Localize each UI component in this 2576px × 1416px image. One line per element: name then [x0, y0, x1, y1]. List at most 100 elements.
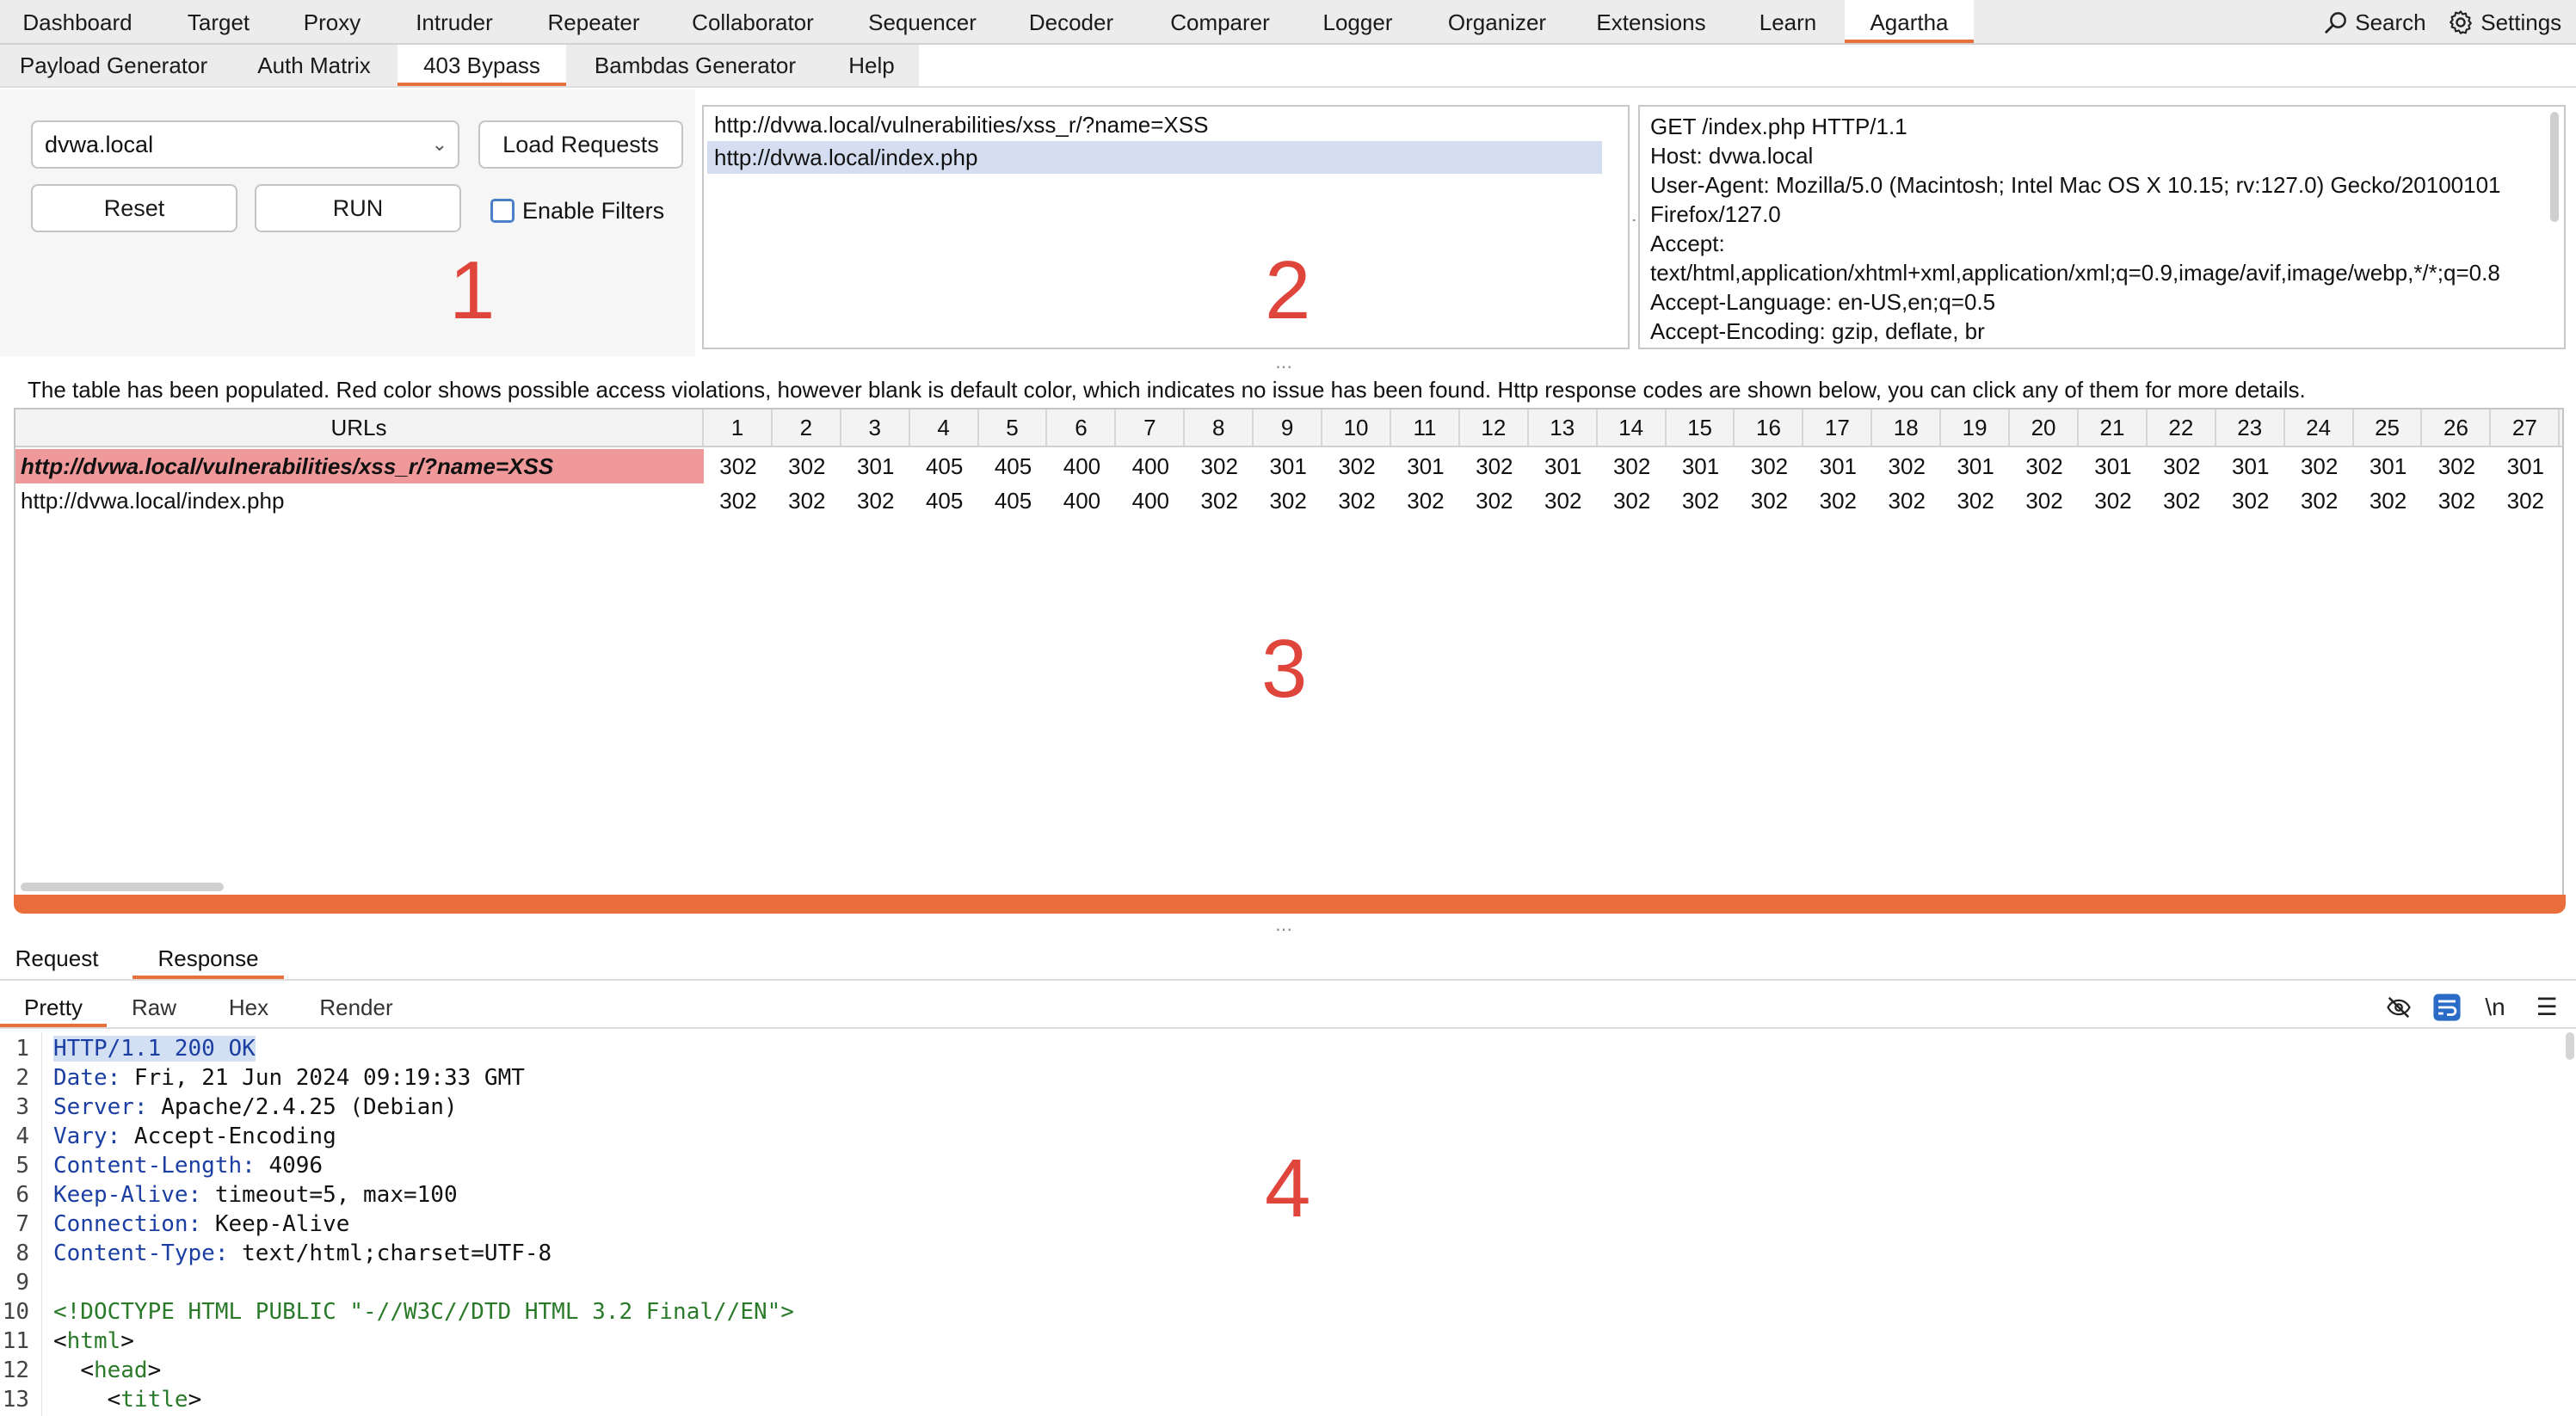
status-code-cell[interactable]: 301 — [1941, 449, 2010, 483]
request-list-item-selected[interactable]: http://dvwa.local/index.php — [707, 141, 1602, 174]
column-header[interactable]: 19 — [1941, 409, 2011, 446]
status-code-cell[interactable]: 302 — [1941, 483, 2010, 518]
status-code-cell[interactable]: 302 — [1185, 483, 1254, 518]
run-button[interactable]: RUN — [255, 184, 461, 232]
status-code-cell[interactable]: 302 — [2148, 449, 2216, 483]
column-header[interactable]: 3 — [841, 409, 910, 446]
status-code-cell[interactable]: 301 — [2079, 449, 2148, 483]
status-code-cell[interactable]: 405 — [910, 449, 979, 483]
status-code-cell[interactable]: 400 — [1048, 449, 1117, 483]
hide-eye-icon[interactable] — [2382, 989, 2416, 1025]
status-code-cell[interactable]: 302 — [1460, 449, 1529, 483]
bottom-split-handle[interactable]: ⋯ — [1275, 919, 1294, 940]
status-code-cell[interactable]: 301 — [1529, 449, 1598, 483]
tab-collaborator[interactable]: Collaborator — [680, 0, 826, 43]
status-code-cell[interactable]: 302 — [841, 483, 910, 518]
table-row-url[interactable]: http://dvwa.local/index.php — [15, 483, 704, 518]
status-code-cell[interactable]: 302 — [2216, 483, 2285, 518]
status-code-cell[interactable]: 301 — [2216, 449, 2285, 483]
status-code-cell[interactable]: 301 — [2491, 449, 2560, 483]
status-code-cell[interactable]: 302 — [1598, 449, 1667, 483]
enable-filters-checkbox[interactable] — [490, 199, 515, 223]
column-header-urls[interactable]: URLs — [15, 409, 704, 446]
tab-hex[interactable]: Hex — [212, 988, 286, 1027]
status-code-cell[interactable]: 301 — [2354, 449, 2423, 483]
status-code-cell[interactable]: 302 — [704, 483, 773, 518]
load-requests-button[interactable]: Load Requests — [478, 120, 683, 169]
status-code-cell[interactable]: 302 — [1391, 483, 1460, 518]
tab-render[interactable]: Render — [308, 988, 404, 1027]
settings-button[interactable]: Settings — [2447, 0, 2561, 45]
column-header[interactable]: 11 — [1391, 409, 1460, 446]
column-header[interactable]: 8 — [1185, 409, 1254, 446]
status-code-cell[interactable]: 400 — [1048, 483, 1117, 518]
status-code-cell[interactable]: 301 — [1667, 449, 1735, 483]
status-code-cell[interactable]: 400 — [1116, 483, 1185, 518]
status-code-cell[interactable]: 302 — [773, 483, 841, 518]
status-code-cell[interactable]: 302 — [2285, 449, 2354, 483]
tab-extensions[interactable]: Extensions — [1587, 0, 1716, 43]
status-code-cell[interactable]: 301 — [1803, 449, 1872, 483]
tab-bambdas-generator[interactable]: Bambdas Generator — [578, 45, 812, 86]
column-header[interactable]: 18 — [1872, 409, 1942, 446]
status-code-cell[interactable]: 302 — [2010, 483, 2079, 518]
status-code-cell[interactable]: 302 — [2010, 449, 2079, 483]
column-header[interactable]: 17 — [1803, 409, 1873, 446]
status-code-cell[interactable]: 302 — [1254, 483, 1322, 518]
status-code-cell[interactable]: 302 — [1735, 483, 1804, 518]
wrap-lines-icon[interactable] — [2430, 989, 2464, 1025]
status-code-cell[interactable]: 302 — [2148, 483, 2216, 518]
request-preview[interactable]: GET /index.php HTTP/1.1 Host: dvwa.local… — [1638, 105, 2566, 349]
status-code-cell[interactable]: 302 — [704, 449, 773, 483]
tab-sequencer[interactable]: Sequencer — [859, 0, 986, 43]
status-code-cell[interactable]: 302 — [2423, 449, 2492, 483]
column-header[interactable]: 13 — [1529, 409, 1598, 446]
status-code-cell[interactable]: 302 — [1460, 483, 1529, 518]
status-code-cell[interactable]: 302 — [2354, 483, 2423, 518]
column-header[interactable]: 24 — [2285, 409, 2354, 446]
tab-organizer[interactable]: Organizer — [1432, 0, 1562, 43]
menu-icon[interactable]: ☰ — [2530, 989, 2564, 1025]
status-code-cell[interactable]: 302 — [1322, 449, 1391, 483]
tab-raw[interactable]: Raw — [117, 988, 191, 1027]
status-code-cell[interactable]: 302 — [2079, 483, 2148, 518]
status-code-cell[interactable]: 302 — [1598, 483, 1667, 518]
column-header[interactable]: 6 — [1048, 409, 1117, 446]
tab-intruder[interactable]: Intruder — [394, 0, 515, 43]
status-code-cell[interactable]: 302 — [2285, 483, 2354, 518]
newline-toggle[interactable]: \n — [2478, 989, 2512, 1025]
column-header[interactable]: 12 — [1460, 409, 1529, 446]
tab-repeater[interactable]: Repeater — [535, 0, 652, 43]
tab-request[interactable]: Request — [12, 939, 102, 979]
table-scrollbar[interactable] — [21, 883, 224, 891]
status-code-cell[interactable]: 302 — [1322, 483, 1391, 518]
status-code-cell[interactable]: 302 — [1735, 449, 1804, 483]
tab-auth-matrix[interactable]: Auth Matrix — [237, 45, 391, 86]
column-header[interactable]: 5 — [979, 409, 1048, 446]
host-select[interactable]: dvwa.local ⌄ — [31, 120, 459, 169]
status-code-cell[interactable]: 302 — [1803, 483, 1872, 518]
status-code-cell[interactable]: 302 — [1872, 483, 1941, 518]
status-code-cell[interactable]: 405 — [910, 483, 979, 518]
status-code-cell[interactable]: 302 — [2423, 483, 2492, 518]
column-header[interactable]: 25 — [2354, 409, 2423, 446]
column-header[interactable]: 27 — [2491, 409, 2561, 446]
column-header[interactable]: 20 — [2010, 409, 2079, 446]
status-code-cell[interactable]: 302 — [1667, 483, 1735, 518]
column-header[interactable]: 2 — [773, 409, 841, 446]
tab-target[interactable]: Target — [162, 0, 275, 43]
column-header[interactable]: 26 — [2423, 409, 2492, 446]
status-code-cell[interactable]: 400 — [1116, 449, 1185, 483]
tab-403-bypass[interactable]: 403 Bypass — [397, 45, 566, 86]
tab-payload-generator[interactable]: Payload Generator — [0, 45, 227, 86]
tab-logger[interactable]: Logger — [1313, 0, 1402, 43]
reset-button[interactable]: Reset — [31, 184, 237, 232]
column-header[interactable]: 10 — [1322, 409, 1391, 446]
status-code-cell[interactable]: 302 — [1872, 449, 1941, 483]
column-header[interactable]: 4 — [910, 409, 979, 446]
status-code-cell[interactable]: 302 — [1529, 483, 1598, 518]
column-header[interactable]: 23 — [2216, 409, 2285, 446]
status-code-cell[interactable]: 302 — [2491, 483, 2560, 518]
tab-learn[interactable]: Learn — [1748, 0, 1827, 43]
tab-pretty[interactable]: Pretty — [0, 988, 107, 1027]
